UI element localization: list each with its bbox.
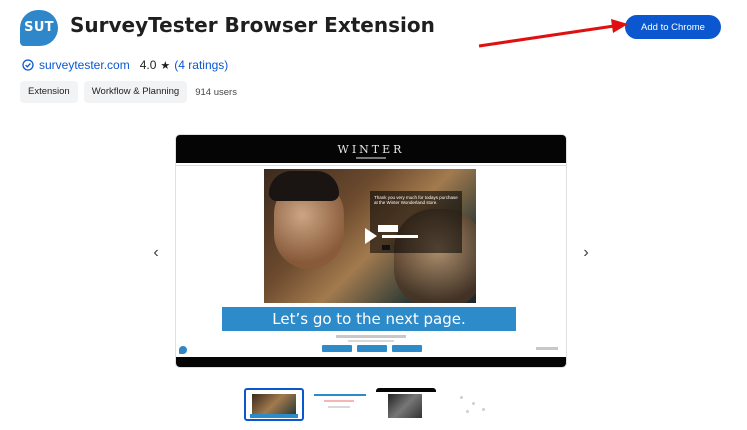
thumbnail-1-banner	[250, 414, 298, 418]
thumbnail-3[interactable]	[376, 388, 436, 421]
screenshot-mini-button-3	[392, 345, 422, 352]
carousel-prev-icon[interactable]: ‹	[148, 243, 164, 263]
thumbnail-2-line	[314, 394, 366, 396]
screenshot-mini-button-2	[357, 345, 387, 352]
extension-title: SurveyTester Browser Extension	[70, 13, 435, 37]
screenshot-brand: WINTER	[337, 143, 405, 156]
star-icon: ★	[160, 59, 171, 72]
screenshot-logo-icon	[179, 346, 187, 354]
screenshot-cta-banner: Let’s go to the next page.	[222, 307, 516, 331]
chip-extension[interactable]: Extension	[20, 81, 78, 103]
main-screenshot: WINTER Thank you very much for todays pu…	[176, 135, 566, 367]
overlay-input	[378, 225, 398, 232]
overlay-text: Thank you very much for todays purchase …	[374, 195, 458, 205]
thumbnail-1-image	[252, 394, 296, 414]
survey-overlay: Thank you very much for todays purchase …	[370, 191, 462, 253]
verified-check-icon	[22, 59, 34, 71]
rating-value: 4.0	[139, 58, 157, 72]
video-thumbnail: Thank you very much for todays purchase …	[264, 169, 476, 303]
thumbnail-3-image	[388, 394, 422, 418]
screenshot-divider	[176, 165, 566, 166]
play-icon	[365, 228, 377, 244]
category-chips: Extension Workflow & Planning 914 users	[20, 81, 237, 103]
chip-workflow-planning[interactable]: Workflow & Planning	[83, 81, 188, 103]
thumbnail-4-dot	[472, 402, 475, 405]
ratings-count-link[interactable]: (4 ratings)	[174, 58, 228, 72]
thumbnail-1[interactable]	[244, 388, 304, 421]
screenshot-footnote-2	[348, 340, 394, 342]
thumbnail-strip	[244, 388, 508, 421]
video-progress	[382, 235, 418, 238]
thumbnail-2-line	[324, 400, 354, 402]
thumbnail-2-line	[328, 406, 350, 408]
screenshot-page-info	[536, 347, 558, 350]
video-control	[382, 245, 390, 250]
thumbnail-4-dot	[482, 408, 485, 411]
extension-meta: surveytester.com 4.0 ★ (4 ratings)	[22, 57, 228, 73]
thumbnail-4-dot	[466, 410, 469, 413]
website-link[interactable]: surveytester.com	[39, 58, 130, 72]
person-hat	[269, 171, 339, 201]
screenshot-footnote	[336, 335, 406, 338]
thumbnail-4-dot	[460, 396, 463, 399]
thumbnail-4[interactable]	[442, 388, 502, 421]
screenshot-brand-underline	[356, 157, 386, 159]
user-count: 914 users	[195, 86, 237, 98]
screenshot-footer	[176, 357, 566, 367]
extension-logo: SUT	[20, 10, 58, 46]
thumbnail-3-header	[376, 388, 436, 392]
screenshot-mini-button-1	[322, 345, 352, 352]
carousel-next-icon[interactable]: ›	[578, 243, 594, 263]
add-to-chrome-button[interactable]: Add to Chrome	[625, 15, 721, 39]
thumbnail-2[interactable]	[310, 388, 370, 421]
